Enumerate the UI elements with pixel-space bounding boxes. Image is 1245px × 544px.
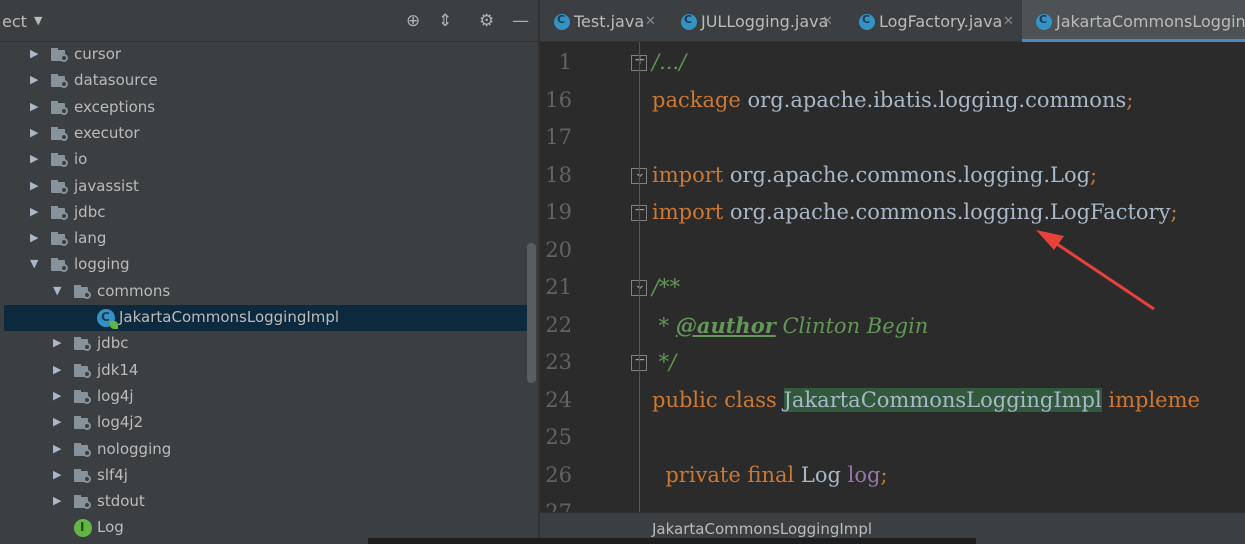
tree-item-label: nologging <box>97 439 172 458</box>
package-icon <box>74 416 92 431</box>
interface-icon: I <box>74 519 92 538</box>
collapsed-arrow-icon[interactable]: ▶ <box>30 152 38 165</box>
tree-item-label: executor <box>74 123 140 142</box>
tree-item-label: JakartaCommonsLoggingImpl <box>119 308 340 326</box>
annotation-arrow-shaft <box>1047 236 1155 311</box>
package-icon <box>51 74 69 89</box>
annotation-arrow-icon <box>1036 230 1155 311</box>
collapsed-arrow-icon[interactable]: ▶ <box>30 73 38 86</box>
collapse-icon[interactable]: ⇕ <box>438 11 452 31</box>
view-dropdown-icon[interactable]: ▼ <box>34 14 42 27</box>
collapsed-arrow-icon[interactable]: ▶ <box>53 363 61 376</box>
tree-item-executor[interactable]: ▶ executor <box>0 121 538 147</box>
package-icon <box>74 337 92 352</box>
package-icon <box>51 258 69 273</box>
tree-item-commons[interactable]: ▼ commons <box>0 279 538 305</box>
collapsed-arrow-icon[interactable]: ▶ <box>30 179 38 192</box>
editor-panel: C Test.java ✕ C JULLogging.java ✕ C LogFactory.… <box>538 0 1245 544</box>
package-icon <box>74 495 92 510</box>
tree-item-jdbc[interactable]: ▶ jdbc <box>0 200 538 226</box>
tree-item-label: exceptions <box>74 97 156 116</box>
package-icon <box>51 100 69 115</box>
project-panel: ect ▼ ⊕ ⇕ ⚙ — ▶ cursor ▶ datasource ▶ excepti… <box>0 0 538 544</box>
collapsed-arrow-icon[interactable]: ▶ <box>30 231 38 244</box>
tree-item-label: Log <box>97 518 124 537</box>
package-icon <box>74 284 92 299</box>
tree-item-label: cursor <box>74 45 122 63</box>
tree-item-label: javassist <box>74 176 139 195</box>
tree-item-cursor[interactable]: ▶ cursor <box>0 42 538 68</box>
tree-item-jdk14[interactable]: ▶ jdk14 <box>0 358 538 384</box>
tree-item-javassist[interactable]: ▶ javassist <box>0 174 538 200</box>
tree-item-label: logging <box>74 255 130 274</box>
tree-item-logging[interactable]: ▼ logging <box>0 252 538 278</box>
expanded-arrow-icon[interactable]: ▼ <box>53 284 61 297</box>
collapsed-arrow-icon[interactable]: ▶ <box>53 389 61 402</box>
tree-item-label: log4j2 <box>97 413 144 432</box>
minimize-icon[interactable]: — <box>512 11 529 31</box>
tree-item-log4j2[interactable]: ▶ log4j2 <box>0 410 538 436</box>
breadcrumb-item[interactable]: JakartaCommonsLoggingImpl <box>652 520 872 538</box>
collapsed-arrow-icon[interactable]: ▶ <box>30 205 38 218</box>
collapsed-arrow-icon[interactable]: ▶ <box>53 415 61 428</box>
tree-item-datasource[interactable]: ▶ datasource <box>0 68 538 94</box>
collapsed-arrow-icon[interactable]: ▶ <box>53 468 61 481</box>
tree-item-slf4j[interactable]: ▶ slf4j <box>0 463 538 489</box>
tree-item-label: jdk14 <box>97 360 139 379</box>
collapsed-arrow-icon[interactable]: ▶ <box>30 126 38 139</box>
tree-item-label: datasource <box>74 71 158 90</box>
tree-item-label: io <box>74 150 88 169</box>
package-icon <box>74 389 92 404</box>
tree-item-nologging[interactable]: ▶ nologging <box>0 437 538 463</box>
package-icon <box>51 126 69 141</box>
tree-item-label: stdout <box>97 492 145 511</box>
tree-item-label: jdbc <box>74 202 106 221</box>
tree-item-stdout[interactable]: ▶ stdout <box>0 489 538 515</box>
package-icon <box>74 363 92 378</box>
package-icon <box>74 468 92 483</box>
tree-item-label: jdbc <box>97 334 129 353</box>
package-icon <box>51 205 69 220</box>
tree-item-label: commons <box>97 281 171 300</box>
tree-item-log4j[interactable]: ▶ log4j <box>0 384 538 410</box>
package-icon <box>74 442 92 457</box>
project-toolbar: ect ▼ ⊕ ⇕ ⚙ — <box>0 0 538 42</box>
gear-icon[interactable]: ⚙ <box>479 11 494 31</box>
package-icon <box>51 179 69 194</box>
bottom-strip <box>368 538 976 544</box>
project-view-title[interactable]: ect <box>2 12 27 31</box>
tree-item-label: log4j <box>97 386 134 405</box>
tree-item-lang[interactable]: ▶ lang <box>0 226 538 252</box>
tree-item-label: slf4j <box>97 465 128 484</box>
collapsed-arrow-icon[interactable]: ▶ <box>53 336 61 349</box>
class-icon: C <box>97 309 118 329</box>
collapsed-arrow-icon[interactable]: ▶ <box>30 47 38 60</box>
tree-item-jdbc[interactable]: ▶ jdbc <box>0 331 538 357</box>
tree-item-jakartacommonsloggingimpl[interactable]: C JakartaCommonsLoggingImpl <box>4 305 530 331</box>
package-icon <box>51 48 69 62</box>
package-icon <box>51 153 69 168</box>
collapsed-arrow-icon[interactable]: ▶ <box>53 442 61 455</box>
collapsed-arrow-icon[interactable]: ▶ <box>53 494 61 507</box>
tree-item-io[interactable]: ▶ io <box>0 147 538 173</box>
tree-item-exceptions[interactable]: ▶ exceptions <box>0 95 538 121</box>
expanded-arrow-icon[interactable]: ▼ <box>30 257 38 270</box>
package-icon <box>51 232 69 247</box>
locate-icon[interactable]: ⊕ <box>406 11 420 31</box>
collapsed-arrow-icon[interactable]: ▶ <box>30 100 38 113</box>
tree-item-label: lang <box>74 229 107 248</box>
